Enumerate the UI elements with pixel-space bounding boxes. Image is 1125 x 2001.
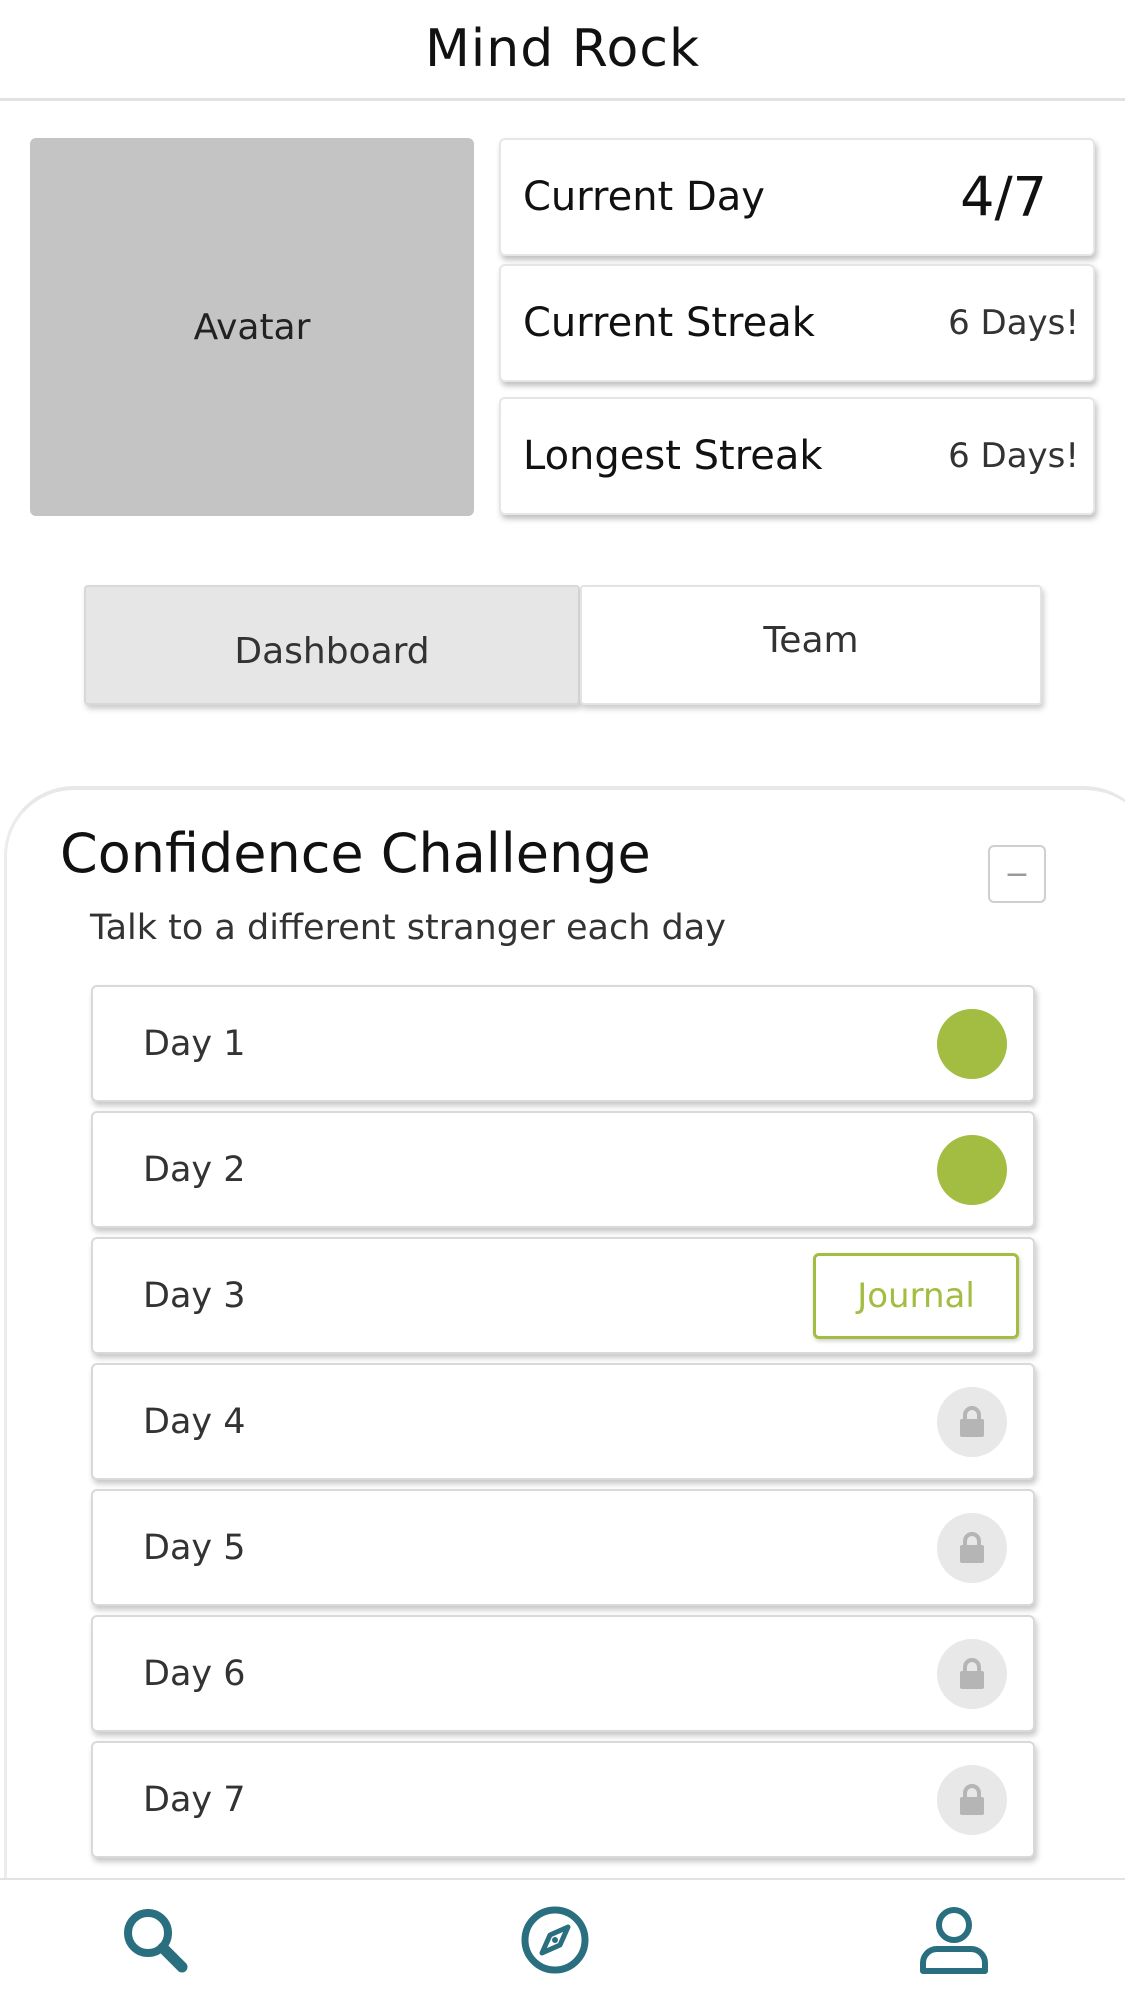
lock-icon (937, 1386, 1007, 1457)
lock-icon (937, 1512, 1007, 1583)
longest-streak-label: Longest Streak (523, 433, 823, 479)
current-streak-value: 6 Days! (948, 303, 1079, 343)
tab-team[interactable]: Team (580, 585, 1042, 705)
tab-dashboard[interactable]: Dashboard (84, 585, 580, 705)
day-label: Day 6 (143, 1653, 246, 1694)
day-row-4[interactable]: Day 4 (91, 1363, 1035, 1480)
completed-dot-icon (937, 1134, 1007, 1205)
day-label: Day 1 (143, 1023, 246, 1064)
tab-team-label: Team (763, 619, 859, 661)
day-label: Day 2 (143, 1149, 246, 1190)
bottom-nav (0, 1878, 1125, 2001)
day-label: Day 3 (143, 1275, 246, 1316)
day-row-3[interactable]: Day 3 Journal (91, 1237, 1035, 1354)
journal-button[interactable]: Journal (813, 1252, 1019, 1339)
challenge-title: Confidence Challenge (60, 822, 651, 885)
tab-bar: Dashboard Team (84, 585, 1042, 705)
collapse-button[interactable]: − (988, 845, 1046, 903)
app-header: Mind Rock (0, 0, 1125, 101)
current-day-label: Current Day (523, 174, 765, 220)
day-row-6[interactable]: Day 6 (91, 1615, 1035, 1732)
lock-icon (937, 1764, 1007, 1835)
day-row-5[interactable]: Day 5 (91, 1489, 1035, 1606)
nav-search-button[interactable] (115, 1900, 195, 1980)
nav-explore-button[interactable] (515, 1900, 595, 1980)
completed-dot-icon (937, 1008, 1007, 1079)
nav-profile-button[interactable] (914, 1900, 994, 1980)
app-title: Mind Rock (424, 19, 701, 79)
longest-streak-value: 6 Days! (948, 436, 1079, 476)
current-day-value: 4/7 (960, 165, 1047, 229)
day-label: Day 4 (143, 1401, 246, 1442)
search-icon (124, 1909, 188, 1973)
day-label: Day 7 (143, 1779, 246, 1820)
day-row-2[interactable]: Day 2 (91, 1111, 1035, 1228)
current-streak-card: Current Streak 6 Days! (499, 264, 1095, 382)
current-day-card: Current Day 4/7 (499, 138, 1095, 256)
day-label: Day 5 (143, 1527, 246, 1568)
challenge-subtitle: Talk to a different stranger each day (90, 908, 726, 948)
lock-icon (937, 1638, 1007, 1709)
tab-dashboard-label: Dashboard (234, 630, 430, 672)
current-streak-label: Current Streak (523, 300, 815, 346)
day-row-7[interactable]: Day 7 (91, 1741, 1035, 1858)
profile-icon (920, 1907, 988, 1974)
avatar-label: Avatar (193, 306, 311, 348)
day-row-1[interactable]: Day 1 (91, 985, 1035, 1102)
longest-streak-card: Longest Streak 6 Days! (499, 397, 1095, 515)
avatar[interactable]: Avatar (30, 138, 474, 516)
minus-icon: − (1004, 856, 1030, 892)
compass-icon (521, 1906, 589, 1974)
